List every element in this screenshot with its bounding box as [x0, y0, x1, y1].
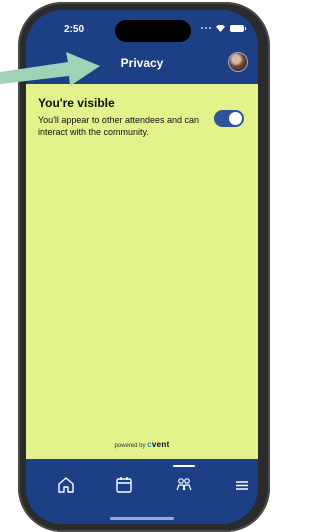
tab-bar: [26, 459, 258, 524]
visibility-description: You'll appear to other attendees and can…: [38, 115, 200, 137]
status-bar: 2:50: [26, 10, 258, 46]
battery-icon: [230, 25, 246, 32]
home-indicator: [110, 517, 174, 520]
people-icon[interactable]: [174, 475, 194, 495]
active-tab-indicator: [173, 465, 195, 467]
status-icons: [201, 25, 246, 32]
dynamic-island: [115, 20, 191, 42]
signal-icon: [201, 27, 211, 30]
visibility-toggle[interactable]: [214, 110, 244, 127]
status-time: 2:50: [64, 24, 85, 35]
page-title: Privacy: [120, 56, 164, 70]
calendar-icon[interactable]: [114, 475, 134, 495]
home-icon[interactable]: [56, 475, 76, 495]
visibility-setting: You're visible You'll appear to other at…: [38, 96, 246, 138]
pointer-arrow-icon: [0, 52, 100, 86]
powered-by-label: powered by: [114, 443, 146, 449]
powered-by: powered by cvent: [26, 440, 258, 449]
brand-logo: cvent: [147, 440, 169, 449]
menu-icon[interactable]: [232, 475, 252, 495]
wifi-icon: [216, 25, 225, 32]
brand-logo-rest: vent: [151, 440, 170, 449]
avatar[interactable]: [228, 52, 248, 72]
privacy-content: You're visible You'll appear to other at…: [26, 84, 258, 459]
toggle-knob: [229, 112, 242, 125]
